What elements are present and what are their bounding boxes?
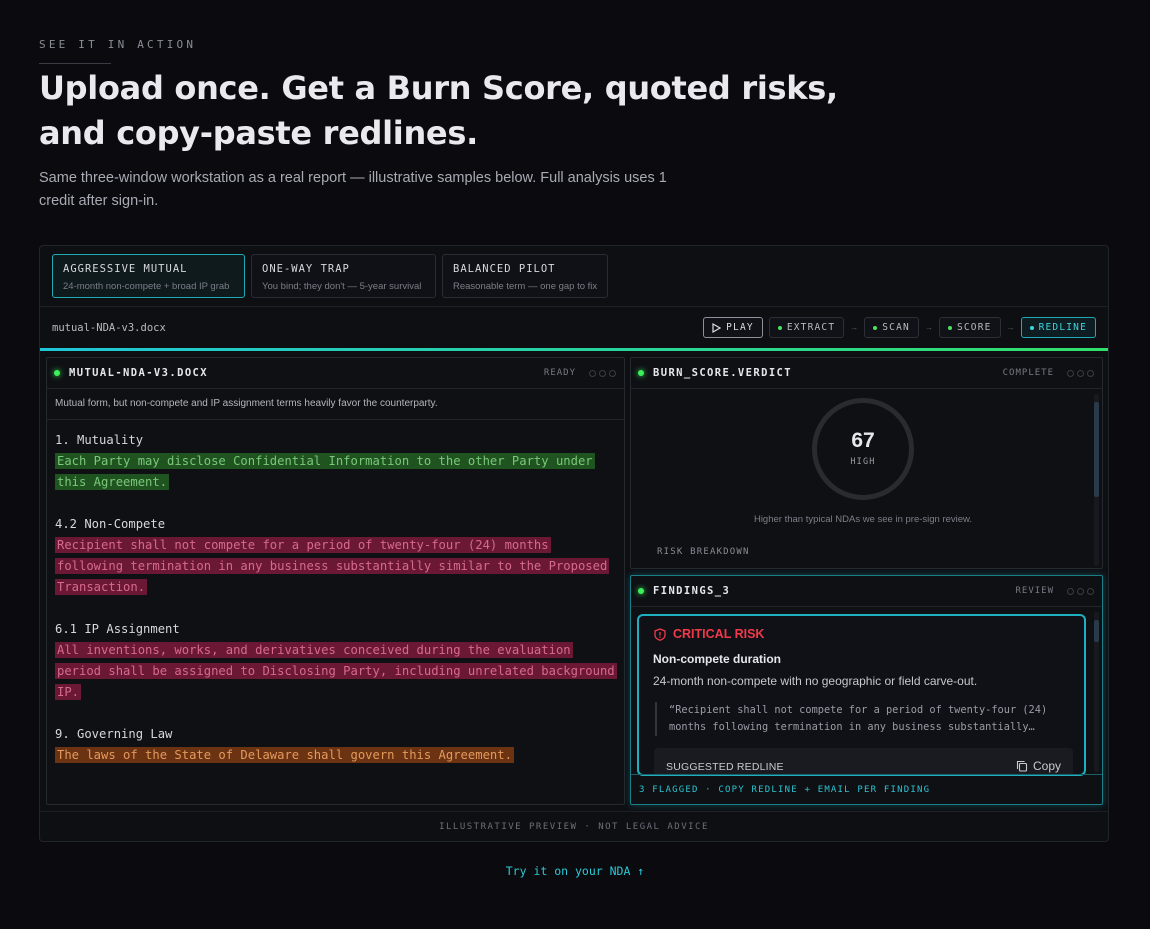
burn-score-gauge: 67 HIGH Higher than typical NDAs we see … bbox=[631, 389, 1102, 567]
burn-score-value: 67 bbox=[851, 429, 875, 452]
arrow-icon: → bbox=[1006, 323, 1015, 332]
copy-label: Copy bbox=[1032, 759, 1061, 773]
page-headline: Upload once. Get a Burn Score, quoted ri… bbox=[39, 69, 838, 152]
finding-description: 24-month non-compete with no geographic … bbox=[653, 674, 978, 688]
step-extract[interactable]: EXTRACT bbox=[768, 317, 845, 338]
findings-footer: 3 FLAGGED · COPY REDLINE + EMAIL PER FIN… bbox=[631, 774, 1102, 804]
step-label: REDLINE bbox=[1038, 322, 1087, 333]
document-description: Mutual form, but non-compete and IP assi… bbox=[47, 389, 624, 420]
tab-one-way-trap[interactable]: ONE-WAY TRAP You bind; they don't — 5-ye… bbox=[251, 254, 436, 298]
step-scan[interactable]: SCAN bbox=[864, 317, 919, 338]
step-label: SCAN bbox=[882, 322, 910, 333]
status-dot-icon bbox=[638, 370, 644, 376]
highlight-warning: The laws of the State of Delaware shall … bbox=[55, 747, 514, 763]
document-panel-header: MUTUAL-NDA-V3.DOCX READY bbox=[47, 358, 624, 389]
score-note: Higher than typical NDAs we see in pre-s… bbox=[753, 514, 973, 525]
panel-status: REVIEW bbox=[1015, 586, 1054, 596]
severity-badge: CRITICAL RISK bbox=[654, 627, 764, 641]
eyebrow-divider bbox=[39, 63, 111, 64]
status-dot-icon bbox=[777, 325, 782, 330]
clause-text[interactable]: The laws of the State of Delaware shall … bbox=[55, 745, 616, 766]
redline-label: SUGGESTED REDLINE bbox=[666, 761, 784, 773]
copy-icon bbox=[1016, 760, 1028, 772]
pipeline-progress-bar bbox=[40, 348, 1108, 351]
pipeline-toolbar: mutual-NDA-v3.docx PLAY EXTRACT → SCAN →… bbox=[40, 306, 1108, 349]
document-panel: MUTUAL-NDA-V3.DOCX READY Mutual form, bu… bbox=[46, 357, 625, 805]
findings-panel: FINDINGS_3 REVIEW CRITICAL RISK Non-comp… bbox=[630, 575, 1103, 805]
tab-aggressive-mutual[interactable]: AGGRESSIVE MUTUAL 24-month non-compete +… bbox=[52, 254, 245, 298]
clause-text[interactable]: All inventions, works, and derivatives c… bbox=[55, 640, 617, 703]
sample-tabs: AGGRESSIVE MUTUAL 24-month non-compete +… bbox=[52, 254, 608, 298]
clause-heading: 4.2 Non-Compete bbox=[55, 517, 166, 531]
page-subtitle: Same three-window workstation as a real … bbox=[39, 170, 667, 209]
demo-workstation: AGGRESSIVE MUTUAL 24-month non-compete +… bbox=[39, 245, 1109, 842]
finding-card[interactable]: CRITICAL RISK Non-compete duration 24-mo… bbox=[637, 614, 1086, 776]
clause-heading: 1. Mutuality bbox=[55, 433, 144, 447]
status-dot-icon bbox=[638, 588, 644, 594]
clause-heading: 6.1 IP Assignment bbox=[55, 622, 180, 636]
play-button[interactable]: PLAY bbox=[703, 317, 763, 338]
panel-title: BURN_SCORE.VERDICT bbox=[653, 367, 792, 379]
step-label: SCORE bbox=[956, 322, 992, 333]
document-body: 1. Mutuality Each Party may disclose Con… bbox=[47, 420, 624, 776]
score-panel: BURN_SCORE.VERDICT COMPLETE 67 HIGH High… bbox=[630, 357, 1103, 569]
step-label: EXTRACT bbox=[786, 322, 836, 333]
play-label: PLAY bbox=[726, 322, 754, 333]
findings-scrollbar[interactable] bbox=[1094, 612, 1099, 772]
tab-title: ONE-WAY TRAP bbox=[262, 263, 350, 275]
highlight-critical: All inventions, works, and derivatives c… bbox=[55, 642, 617, 700]
section-eyebrow: SEE IT IN ACTION bbox=[39, 38, 197, 51]
tab-title: AGGRESSIVE MUTUAL bbox=[63, 263, 188, 275]
severity-label: CRITICAL RISK bbox=[673, 627, 765, 641]
highlight-critical: Recipient shall not compete for a period… bbox=[55, 537, 610, 595]
scrollbar-thumb[interactable] bbox=[1094, 620, 1099, 642]
tab-subtitle: You bind; they don't — 5-year survival bbox=[262, 281, 422, 292]
try-it-link[interactable]: Try it on your NDA ↑ bbox=[0, 864, 1150, 878]
preview-disclaimer: ILLUSTRATIVE PREVIEW · NOT LEGAL ADVICE bbox=[40, 811, 1108, 841]
score-panel-header: BURN_SCORE.VERDICT COMPLETE bbox=[631, 358, 1102, 389]
tab-subtitle: 24-month non-compete + broad IP grab bbox=[63, 281, 230, 292]
score-scrollbar[interactable] bbox=[1094, 394, 1099, 566]
clause-text[interactable]: Each Party may disclose Confidential Inf… bbox=[55, 451, 616, 493]
window-controls-icon bbox=[1067, 370, 1094, 377]
arrow-icon: → bbox=[850, 323, 859, 332]
shield-alert-icon bbox=[654, 627, 666, 641]
tab-subtitle: Reasonable term — one gap to fix bbox=[453, 281, 598, 292]
findings-panel-header: FINDINGS_3 REVIEW bbox=[631, 576, 1102, 607]
clause-heading: 9. Governing Law bbox=[55, 727, 173, 741]
clause-text[interactable]: Recipient shall not compete for a period… bbox=[55, 535, 616, 598]
panel-status: COMPLETE bbox=[1002, 368, 1054, 378]
file-name: mutual-NDA-v3.docx bbox=[52, 322, 166, 334]
window-controls-icon bbox=[1067, 588, 1094, 595]
pipeline-steps: PLAY EXTRACT → SCAN → SCORE → REDLINE bbox=[703, 317, 1096, 338]
arrow-icon: → bbox=[924, 323, 933, 332]
panel-status: READY bbox=[543, 368, 576, 378]
status-dot-icon bbox=[947, 325, 952, 330]
finding-title: Non-compete duration bbox=[653, 652, 781, 666]
finding-quote: “Recipient shall not compete for a perio… bbox=[655, 702, 1073, 736]
panel-title: MUTUAL-NDA-V3.DOCX bbox=[69, 367, 208, 379]
copy-button[interactable]: Copy bbox=[1016, 759, 1061, 773]
highlight-safe: Each Party may disclose Confidential Inf… bbox=[55, 453, 595, 490]
play-icon bbox=[712, 322, 722, 333]
suggested-redline: SUGGESTED REDLINE Copy bbox=[654, 748, 1073, 774]
tab-balanced-pilot[interactable]: BALANCED PILOT Reasonable term — one gap… bbox=[442, 254, 608, 298]
step-redline[interactable]: REDLINE bbox=[1020, 317, 1096, 338]
burn-score-level: HIGH bbox=[850, 457, 876, 467]
status-dot-icon bbox=[1029, 325, 1034, 330]
tab-title: BALANCED PILOT bbox=[453, 263, 556, 275]
scrollbar-thumb[interactable] bbox=[1094, 402, 1099, 497]
step-score[interactable]: SCORE bbox=[938, 317, 1001, 338]
status-dot-icon bbox=[873, 325, 878, 330]
status-dot-icon bbox=[54, 370, 60, 376]
risk-breakdown-label: RISK BREAKDOWN bbox=[657, 547, 750, 557]
window-controls-icon bbox=[589, 370, 616, 377]
panel-title: FINDINGS_3 bbox=[653, 585, 731, 597]
